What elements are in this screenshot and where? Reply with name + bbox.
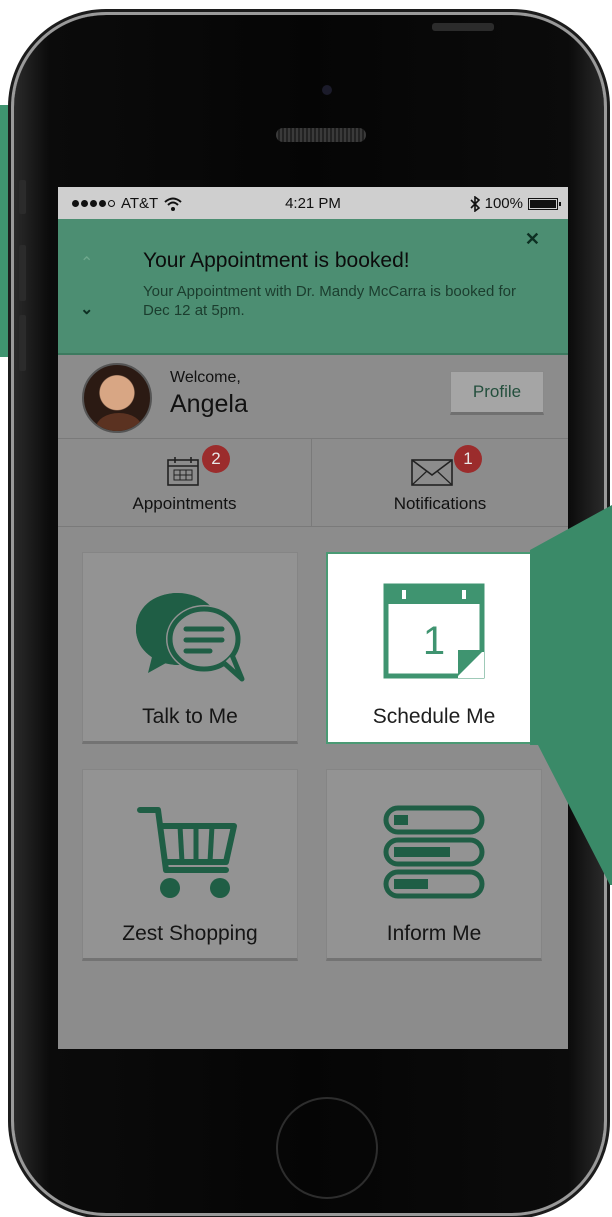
tab-notifications-label: Notifications — [393, 494, 487, 513]
avatar[interactable] — [82, 363, 152, 433]
chevron-down-icon[interactable]: ⌄ — [80, 299, 93, 319]
zest-shopping-tile[interactable]: Zest Shopping — [82, 769, 298, 961]
inform-me-label: Inform Me — [386, 922, 482, 945]
banner-message: Your Appointment with Dr. Mandy McCarra … — [143, 283, 516, 319]
talk-to-me-label: Talk to Me — [142, 705, 238, 728]
status-bar: AT&T 4:21 PM 100% — [58, 187, 568, 219]
calendar-icon — [167, 457, 199, 486]
decorative-green-rect — [0, 105, 14, 357]
front-camera — [322, 85, 332, 95]
schedule-me-label: Schedule Me — [372, 705, 496, 728]
mute-switch — [19, 180, 26, 214]
close-icon[interactable]: ✕ — [525, 229, 540, 250]
power-button — [432, 23, 494, 31]
earpiece-speaker — [276, 128, 366, 142]
tab-appointments[interactable]: 2 Appointments — [58, 439, 312, 527]
volume-up-button — [19, 245, 26, 301]
notification-banner[interactable]: ⌃ ⌄ Your Appointment is booked! Your App… — [58, 219, 568, 355]
chat-bubbles-icon — [136, 593, 245, 682]
tab-notifications[interactable]: 1 Notifications — [312, 439, 568, 527]
appointments-badge: 2 — [202, 445, 230, 473]
chevron-up-icon[interactable]: ⌃ — [80, 253, 93, 273]
battery-percent: 100% — [484, 195, 523, 212]
shopping-cart-icon — [137, 807, 237, 898]
tab-appointments-label: Appointments — [132, 494, 237, 513]
inform-me-tile[interactable]: Inform Me — [326, 769, 542, 961]
envelope-icon — [411, 459, 453, 486]
profile-button[interactable]: Profile — [450, 371, 544, 415]
banner-title: Your Appointment is booked! — [143, 249, 410, 272]
calendar-icon: 1 — [383, 583, 485, 679]
calendar-day: 1 — [423, 619, 445, 663]
welcome-label: Welcome, — [170, 369, 241, 386]
battery-icon — [528, 197, 561, 210]
talk-to-me-tile[interactable]: Talk to Me — [82, 552, 298, 744]
tab-bar: 2 Appointments 1 Notifications — [58, 439, 568, 527]
progress-bars-icon — [383, 805, 485, 899]
welcome-row: Welcome, Angela Profile — [58, 355, 568, 439]
home-button[interactable] — [276, 1097, 378, 1199]
schedule-me-tile[interactable]: 1 Schedule Me — [326, 552, 542, 744]
notifications-badge: 1 — [454, 445, 482, 473]
user-name: Angela — [170, 390, 248, 418]
bluetooth-icon — [470, 195, 480, 212]
volume-down-button — [19, 315, 26, 371]
phone-screen: AT&T 4:21 PM 100% ⌃ ⌄ Your Appointment i… — [58, 187, 568, 1049]
zest-shopping-label: Zest Shopping — [122, 922, 258, 945]
